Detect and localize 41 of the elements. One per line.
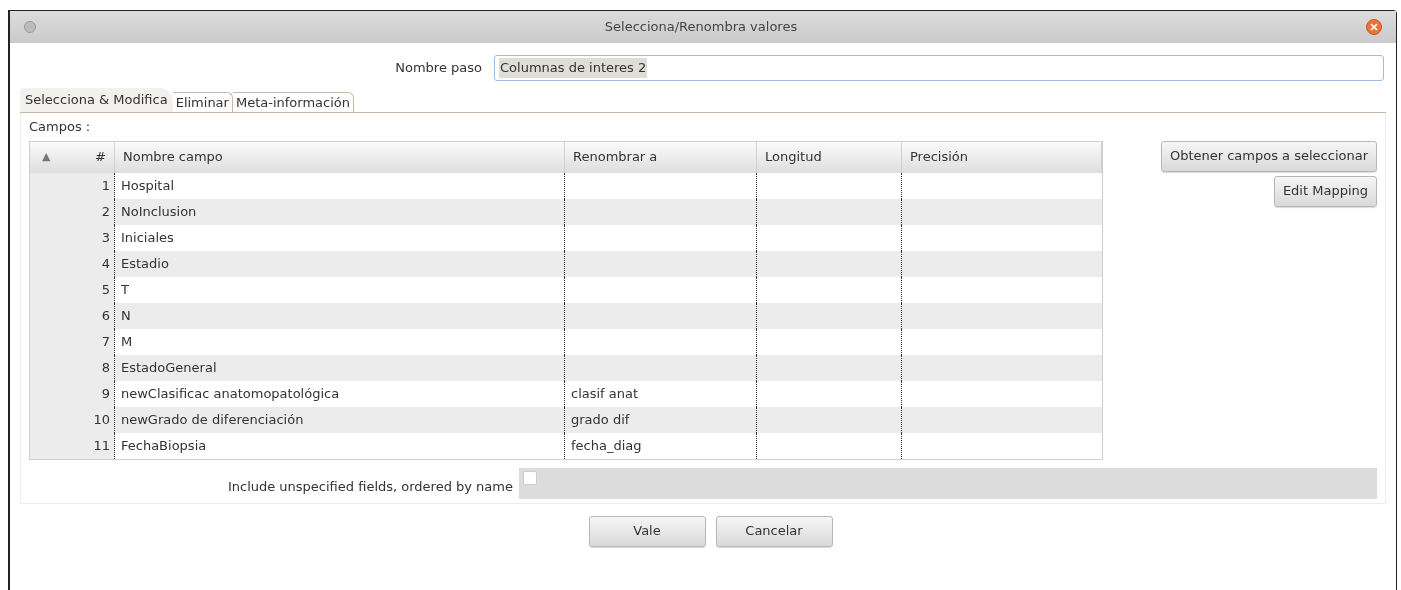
window-title: Selecciona/Renombra valores [603,18,799,37]
window-menu-icon[interactable] [24,21,36,33]
close-icon[interactable] [1366,19,1382,35]
dialog-button[interactable]: Cancelar [715,515,833,547]
include-checkbox[interactable] [523,470,537,485]
column-header[interactable]: Longitud [765,147,822,167]
table-cell: T [115,276,565,303]
row-number: 5 [30,276,115,303]
table-cell: Iniciales [115,224,565,251]
table-cell: newGrado de diferenciación [115,406,565,433]
step-name-field[interactable]: Columnas de interes 2 [494,55,1384,81]
table-cell: EstadoGeneral [115,354,565,381]
tab[interactable]: Eliminar [172,92,233,112]
table-cell: fecha_diag [565,432,757,459]
table-cell: FechaBiopsia [115,432,565,459]
row-number: 3 [30,224,115,251]
table-cell: Hospital [115,172,565,199]
sort-indicator[interactable]: ▲ [38,148,51,166]
row-number: 7 [30,328,115,355]
column-header[interactable]: Renombrar a [573,147,658,167]
column-header[interactable]: Precisión [910,147,968,167]
tab[interactable]: Meta-información [232,92,354,112]
column-header[interactable]: # [95,147,106,167]
row-number: 9 [30,380,115,407]
tab[interactable]: Selecciona & Modifica [20,88,173,112]
table-cell: NoInclusion [115,198,565,225]
table-cell: N [115,302,565,329]
column-header[interactable]: Nombre campo [123,147,223,167]
fields-label: Campos : [29,118,92,136]
table-cell: Estadio [115,250,565,277]
row-number: 11 [30,432,115,459]
table-cell: M [115,328,565,355]
row-number: 1 [30,172,115,199]
side-button[interactable]: Obtener campos a seleccionar [1160,140,1377,172]
table-cell: newClasificac anatomopatológica [115,380,565,407]
side-button[interactable]: Edit Mapping [1273,175,1377,207]
dialog-button[interactable]: Vale [588,515,706,547]
include-unspecified-label: Include unspecified fields, ordered by name [226,478,514,497]
step-name-label: Nombre paso [394,59,483,78]
table-cell: grado dif [565,406,757,433]
table-cell: clasif anat [565,380,757,407]
